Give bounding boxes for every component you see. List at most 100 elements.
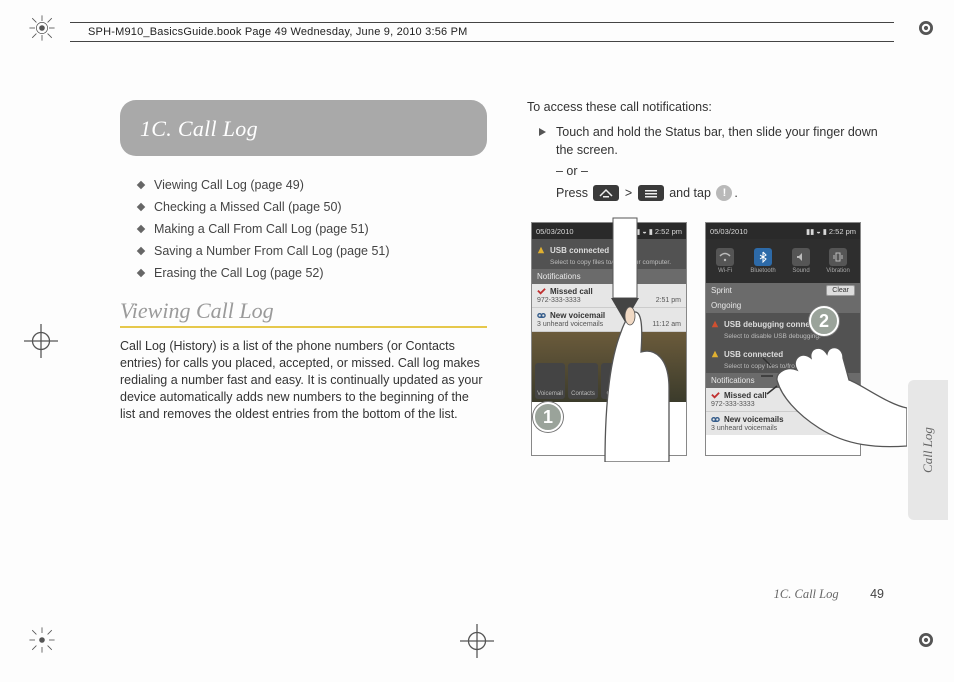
- registration-cross-bottom: [460, 624, 494, 658]
- home-dock: Voicemail Contacts Gallery: [532, 332, 686, 402]
- missed-call-row: Missed call 972-333-33332:51 pm: [706, 388, 860, 412]
- toggle-item: Bluetooth: [750, 248, 775, 274]
- step-badge-2: 2: [809, 306, 839, 336]
- missed-call-label: Missed call: [724, 391, 767, 400]
- right-column-title: To access these call notifications:: [527, 100, 894, 114]
- ongoing-label: Ongoing: [711, 301, 741, 310]
- toggle-label: Vibration: [826, 268, 850, 274]
- screenshots-illustration: 05/03/2010 ▮▮ ◒ ▮ 2:52 pm USB connected …: [527, 216, 887, 466]
- wifi-toggle-icon: [716, 248, 734, 266]
- side-tab: Call Log: [908, 380, 948, 520]
- voicemail-label: New voicemails: [724, 415, 784, 424]
- voicemail-row: New voicemail 3 unheard voicemails 11:12 …: [532, 308, 686, 332]
- document-header-bar: SPH-M910_BasicsGuide.book Page 49 Wednes…: [70, 22, 894, 42]
- registration-mark-top-right: [912, 14, 940, 42]
- bluetooth-toggle-icon: [754, 248, 772, 266]
- step-badge-1: 1: [533, 402, 563, 432]
- press-label: Press: [556, 186, 588, 200]
- right-column: To access these call notifications: Touc…: [527, 100, 894, 622]
- toc-item: Saving a Number From Call Log (page 51): [138, 244, 487, 258]
- diamond-bullet-icon: [137, 269, 145, 277]
- toc-item-label: Saving a Number From Call Log (page 51): [154, 244, 390, 258]
- chapter-title-text: 1C. Call Log: [140, 116, 258, 141]
- dock-item: Gallery: [601, 363, 631, 399]
- quick-toggles-row: Wi-Fi Bluetooth Sound Vibration: [706, 239, 860, 283]
- toc-item: Making a Call From Call Log (page 51): [138, 222, 487, 236]
- instruction-line-2: Press > and tap !.: [556, 185, 894, 203]
- status-date: 05/03/2010: [710, 227, 748, 236]
- notifications-label: Notifications: [537, 272, 581, 281]
- status-icons: ▮▮ ◒ ▮ 2:52 pm: [632, 227, 682, 236]
- missed-call-number: 972-333-3333: [537, 297, 581, 304]
- side-tab-label: Call Log: [920, 427, 936, 473]
- status-time: 2:52 pm: [829, 227, 856, 236]
- signal-icon: ▮▮: [632, 227, 640, 236]
- step-badge-2-label: 2: [819, 311, 829, 332]
- section-body-text: Call Log (History) is a list of the phon…: [120, 338, 487, 422]
- signal-icon: ▮▮: [806, 227, 814, 236]
- warning-icon: [711, 350, 719, 358]
- dock-item-label: Voicemail: [537, 391, 563, 397]
- section-heading: Viewing Call Log: [120, 298, 487, 328]
- home-key-icon: [593, 185, 619, 201]
- and-tap-label: and tap: [669, 186, 711, 200]
- missed-call-icon: [537, 287, 546, 296]
- diamond-bullet-icon: [137, 225, 145, 233]
- toggle-item: Vibration: [826, 248, 850, 274]
- phone-status-bar: 05/03/2010 ▮▮ ◒ ▮ 2:52 pm: [532, 223, 686, 239]
- notifications-section-header: Notifications: [532, 269, 686, 284]
- dock-item: Voicemail: [535, 363, 565, 399]
- toc-item-label: Erasing the Call Log (page 52): [154, 266, 324, 280]
- warning-icon: [537, 246, 545, 254]
- toggle-label: Sound: [792, 268, 809, 274]
- page-content: 1C. Call Log Viewing Call Log (page 49) …: [120, 100, 894, 622]
- status-icons: ▮▮ ◒ ▮ 2:52 pm: [806, 227, 856, 236]
- diamond-bullet-icon: [137, 247, 145, 255]
- voicemail-row: New voicemails 3 unheard voicemails11:12…: [706, 412, 860, 435]
- battery-icon: ▮: [649, 227, 653, 236]
- registration-mark-bottom-left: [28, 626, 56, 654]
- missed-call-number: 972-333-3333: [711, 401, 755, 408]
- instruction-step: Touch and hold the Status bar, then slid…: [539, 124, 894, 202]
- ongoing-section-header: Ongoing: [706, 298, 860, 313]
- page-footer: 1C. Call Log 49: [774, 587, 884, 602]
- diamond-bullet-icon: [137, 181, 145, 189]
- registration-mark-top-left: [28, 14, 56, 42]
- voicemail-label: New voicemail: [550, 311, 605, 320]
- wifi-icon: ◒: [816, 227, 821, 236]
- vibration-toggle-icon: [829, 248, 847, 266]
- instruction-line-1: Touch and hold the Status bar, then slid…: [556, 124, 894, 159]
- status-date: 05/03/2010: [536, 227, 574, 236]
- usb-connected-label: USB connected: [550, 246, 609, 255]
- status-time: 2:52 pm: [655, 227, 682, 236]
- toggle-item: Wi-Fi: [716, 248, 734, 274]
- notifications-section-header: Notifications: [706, 373, 860, 388]
- battery-icon: ▮: [823, 227, 827, 236]
- instruction-or: – or –: [556, 163, 894, 181]
- instruction-step-body: Touch and hold the Status bar, then slid…: [556, 124, 894, 202]
- voicemail-icon: [537, 311, 546, 320]
- toggle-label: Bluetooth: [750, 268, 775, 274]
- menu-key-icon: [638, 185, 664, 201]
- voicemail-sub: 3 unheard voicemails: [537, 321, 603, 328]
- registration-mark-bottom-right: [912, 626, 940, 654]
- period-label: .: [734, 186, 737, 200]
- wifi-icon: ◒: [642, 227, 647, 236]
- missed-call-time: 2:51 pm: [656, 297, 681, 304]
- registration-cross-left: [24, 324, 58, 358]
- usb-debugging-sub: Select to disable USB debugging.: [706, 332, 860, 343]
- footer-page-number: 49: [870, 587, 884, 601]
- phone-status-bar: 05/03/2010 ▮▮ ◒ ▮ 2:52 pm: [706, 223, 860, 239]
- alert-round-icon: !: [716, 185, 732, 201]
- usb-connected-sub: Select to copy files to/from your comput…: [706, 362, 860, 373]
- missed-call-icon: [711, 391, 720, 400]
- missed-call-label: Missed call: [550, 287, 593, 296]
- toc-item-label: Viewing Call Log (page 49): [154, 178, 304, 192]
- usb-connected-sub: Select to copy files to/from your comput…: [532, 258, 686, 269]
- clear-button: Clear: [826, 285, 855, 296]
- toc-item: Erasing the Call Log (page 52): [138, 266, 487, 280]
- step-badge-1-label: 1: [543, 407, 553, 428]
- toc-item: Viewing Call Log (page 49): [138, 178, 487, 192]
- dock-item: Contacts: [568, 363, 598, 399]
- voicemail-time: 11:12 am: [652, 321, 681, 328]
